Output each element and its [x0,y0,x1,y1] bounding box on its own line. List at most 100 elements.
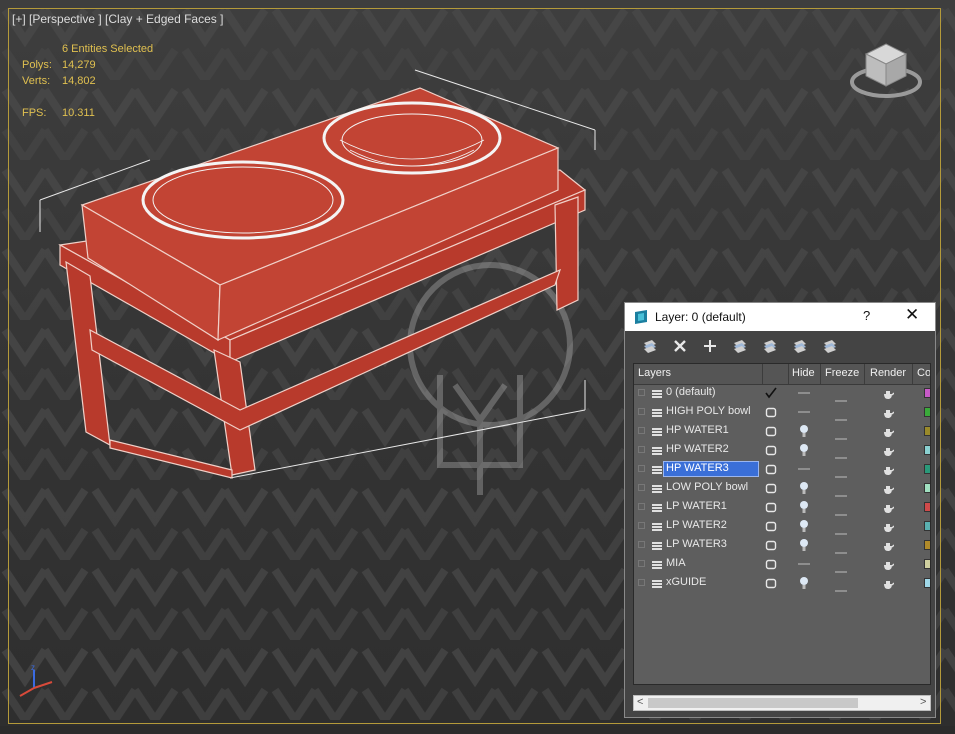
layer-row[interactable]: HP WATER3 [634,460,930,479]
layer-color-swatch[interactable] [924,540,930,550]
hide-all-layers-icon[interactable] [789,335,811,357]
bulb-icon[interactable] [797,481,811,495]
freeze-toggle-icon[interactable] [835,447,847,459]
teapot-icon[interactable] [882,539,895,551]
teapot-icon[interactable] [882,520,895,532]
highlight-layer-icon[interactable] [759,335,781,357]
scroll-right-arrow[interactable]: > [920,696,926,708]
teapot-icon[interactable] [882,387,895,399]
layer-color-swatch[interactable] [924,483,930,493]
layer-color-swatch[interactable] [924,426,930,436]
layer-name[interactable]: LP WATER1 [666,500,727,512]
layer-row[interactable]: MIA [634,555,930,574]
layer-name[interactable]: LP WATER2 [666,519,727,531]
layer-name[interactable]: HP WATER1 [666,424,729,436]
set-current-layer-icon[interactable] [765,443,777,456]
add-to-layer-icon[interactable] [699,335,721,357]
column-freeze[interactable]: Freeze [825,367,859,379]
teapot-icon[interactable] [882,425,895,437]
set-current-layer-icon[interactable] [765,576,777,589]
layer-name[interactable]: HP WATER2 [666,443,729,455]
horizontal-scrollbar[interactable]: < > [633,695,931,711]
expand-toggle-icon[interactable] [638,446,645,453]
freeze-toggle-icon[interactable] [835,561,847,573]
column-render[interactable]: Render [870,367,906,379]
set-current-layer-icon[interactable] [765,462,777,475]
freeze-toggle-icon[interactable] [835,466,847,478]
freeze-toggle-icon[interactable] [835,523,847,535]
delete-layer-icon[interactable] [669,335,691,357]
layer-color-swatch[interactable] [924,578,930,588]
expand-toggle-icon[interactable] [638,541,645,548]
layer-name[interactable]: xGUIDE [666,576,706,588]
expand-toggle-icon[interactable] [638,579,645,586]
expand-toggle-icon[interactable] [638,408,645,415]
column-layers[interactable]: Layers [638,367,671,379]
create-layer-icon[interactable] [639,335,661,357]
bulb-icon[interactable] [797,500,811,514]
layer-row[interactable]: 0 (default) [634,384,930,403]
layer-name[interactable]: 0 (default) [666,386,716,398]
dash-icon[interactable] [797,386,811,400]
layers-grid[interactable]: Layers Hide Freeze Render Co 0 (default)… [633,363,931,685]
expand-toggle-icon[interactable] [638,427,645,434]
view-cube-icon[interactable] [850,40,924,102]
teapot-icon[interactable] [882,501,895,513]
teapot-icon[interactable] [882,558,895,570]
bulb-icon[interactable] [797,519,811,533]
dash-icon[interactable] [797,462,811,476]
bulb-icon[interactable] [797,576,811,590]
layer-color-swatch[interactable] [924,559,930,569]
freeze-toggle-icon[interactable] [835,409,847,421]
teapot-icon[interactable] [882,406,895,418]
layer-row[interactable]: HIGH POLY bowl [634,403,930,422]
set-current-layer-icon[interactable] [765,500,777,513]
teapot-icon[interactable] [882,577,895,589]
layer-color-swatch[interactable] [924,502,930,512]
layer-row[interactable]: HP WATER1 [634,422,930,441]
expand-toggle-icon[interactable] [638,389,645,396]
scrollbar-thumb[interactable] [648,698,858,708]
layer-row[interactable]: LP WATER2 [634,517,930,536]
expand-toggle-icon[interactable] [638,465,645,472]
layer-color-swatch[interactable] [924,464,930,474]
select-objects-icon[interactable] [729,335,751,357]
layer-name[interactable]: MIA [666,557,686,569]
expand-toggle-icon[interactable] [638,522,645,529]
dialog-titlebar[interactable]: Layer: 0 (default) ? ✕ [625,303,935,331]
dash-icon[interactable] [797,405,811,419]
viewport-label-menu[interactable]: [+] [Perspective ] [Clay + Edged Faces ] [12,12,223,26]
layer-name[interactable]: LP WATER3 [666,538,727,550]
layer-row[interactable]: LOW POLY bowl [634,479,930,498]
teapot-icon[interactable] [882,444,895,456]
layer-row[interactable]: LP WATER1 [634,498,930,517]
freeze-toggle-icon[interactable] [835,504,847,516]
set-current-layer-icon[interactable] [765,481,777,494]
dash-icon[interactable] [797,557,811,571]
layer-color-swatch[interactable] [924,521,930,531]
set-current-layer-icon[interactable] [765,424,777,437]
scroll-left-arrow[interactable]: < [637,696,643,708]
set-current-layer-icon[interactable] [765,538,777,551]
current-layer-check-icon[interactable] [765,386,777,399]
freeze-toggle-icon[interactable] [835,542,847,554]
bulb-icon[interactable] [797,424,811,438]
layer-explorer-dialog[interactable]: Layer: 0 (default) ? ✕ Layers Hide Freez… [624,302,936,718]
layer-name[interactable]: LOW POLY bowl [666,481,748,493]
bulb-icon[interactable] [797,538,811,552]
teapot-icon[interactable] [882,463,895,475]
expand-toggle-icon[interactable] [638,503,645,510]
expand-toggle-icon[interactable] [638,560,645,567]
freeze-toggle-icon[interactable] [835,428,847,440]
column-hide[interactable]: Hide [792,367,815,379]
freeze-toggle-icon[interactable] [835,485,847,497]
set-current-layer-icon[interactable] [765,519,777,532]
bulb-icon[interactable] [797,443,811,457]
layer-color-swatch[interactable] [924,445,930,455]
freeze-all-layers-icon[interactable] [819,335,841,357]
layer-name[interactable]: HP WATER3 [663,461,759,477]
layer-row[interactable]: HP WATER2 [634,441,930,460]
close-button[interactable]: ✕ [905,305,919,325]
expand-toggle-icon[interactable] [638,484,645,491]
teapot-icon[interactable] [882,482,895,494]
